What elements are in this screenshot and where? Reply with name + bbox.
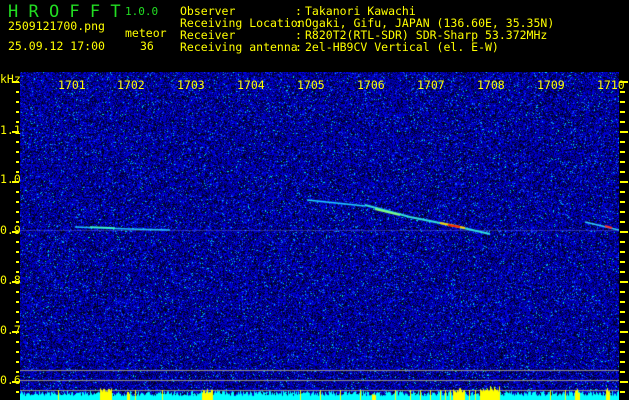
axis-tick — [620, 311, 625, 313]
x-label: 1703 — [177, 78, 205, 92]
axis-tick — [620, 191, 625, 193]
app-version: 1.0.0 — [125, 5, 159, 18]
x-label: 1705 — [297, 78, 325, 92]
axis-tick — [16, 361, 19, 363]
y-label: 0.7 — [0, 323, 21, 337]
axis-tick — [620, 281, 628, 283]
axis-tick — [620, 201, 625, 203]
axis-tick — [16, 221, 19, 223]
info-colon: : — [295, 40, 302, 54]
axis-tick — [16, 241, 19, 243]
axis-tick — [620, 351, 625, 353]
axis-tick — [16, 121, 19, 123]
axis-tick — [620, 211, 625, 213]
axis-tick — [620, 381, 628, 383]
axis-tick — [16, 391, 19, 393]
axis-tick — [620, 261, 625, 263]
axis-tick — [16, 341, 19, 343]
axis-tick — [16, 211, 19, 213]
axis-tick — [16, 351, 19, 353]
x-label: 1706 — [357, 78, 385, 92]
axis-tick — [16, 161, 19, 163]
axis-tick — [16, 271, 19, 273]
axis-tick — [620, 321, 625, 323]
axis-tick — [620, 291, 625, 293]
axis-tick — [12, 231, 19, 233]
axis-tick — [620, 271, 625, 273]
axis-tick — [12, 381, 19, 383]
axis-tick — [620, 361, 625, 363]
axis-tick — [16, 191, 19, 193]
axis-tick — [12, 131, 19, 133]
y-unit-label: kHz — [0, 72, 21, 86]
axis-tick — [16, 251, 19, 253]
axis-tick — [620, 241, 625, 243]
axis-tick — [620, 231, 628, 233]
axis-tick — [620, 301, 625, 303]
axis-tick — [16, 91, 19, 93]
y-label: 1.0 — [0, 172, 21, 186]
axis-tick — [12, 181, 19, 183]
axis-tick — [620, 341, 625, 343]
info-label-antenna: Receiving antenna — [180, 40, 298, 54]
y-label: 0.8 — [0, 273, 21, 287]
axis-tick — [620, 151, 625, 153]
x-label: 1701 — [58, 78, 86, 92]
axis-tick — [620, 221, 625, 223]
axis-tick — [620, 111, 625, 113]
meteor-count: 36 — [140, 39, 154, 53]
axis-tick — [16, 101, 19, 103]
axis-tick — [16, 291, 19, 293]
axis-tick — [620, 251, 625, 253]
x-label: 1708 — [477, 78, 505, 92]
file-datetime: 25.09.12 17:00 — [8, 39, 105, 53]
y-label: 0.9 — [0, 223, 21, 237]
info-value-antenna: 2el-HB9CV Vertical (el. E-W) — [305, 40, 499, 54]
axis-tick — [620, 161, 625, 163]
axis-tick — [16, 311, 19, 313]
axis-tick — [620, 171, 625, 173]
y-label: 1.1 — [0, 123, 21, 137]
axis-tick — [12, 331, 19, 333]
detection-label: meteor — [125, 26, 167, 40]
x-label: 1707 — [417, 78, 445, 92]
axis-tick — [16, 151, 19, 153]
axis-tick — [16, 201, 19, 203]
x-label: 1702 — [117, 78, 145, 92]
axis-tick — [620, 81, 628, 83]
spectrogram — [20, 72, 619, 400]
x-label: 1709 — [537, 78, 565, 92]
axis-tick — [16, 141, 19, 143]
axis-tick — [620, 371, 625, 373]
axis-tick — [16, 171, 19, 173]
axis-tick — [620, 131, 628, 133]
axis-tick — [12, 281, 19, 283]
axis-tick — [620, 91, 625, 93]
axis-tick — [620, 121, 625, 123]
axis-tick — [620, 141, 625, 143]
axis-tick — [620, 181, 628, 183]
axis-tick — [16, 301, 19, 303]
y-label: 0.6 — [0, 373, 21, 387]
axis-tick — [12, 81, 19, 83]
axis-tick — [620, 391, 625, 393]
file-name: 2509121700.png — [8, 19, 105, 33]
axis-tick — [16, 111, 19, 113]
axis-tick — [620, 101, 625, 103]
axis-tick — [16, 261, 19, 263]
axis-tick — [16, 321, 19, 323]
axis-tick — [620, 331, 628, 333]
x-label: 1704 — [237, 78, 265, 92]
axis-tick — [16, 371, 19, 373]
